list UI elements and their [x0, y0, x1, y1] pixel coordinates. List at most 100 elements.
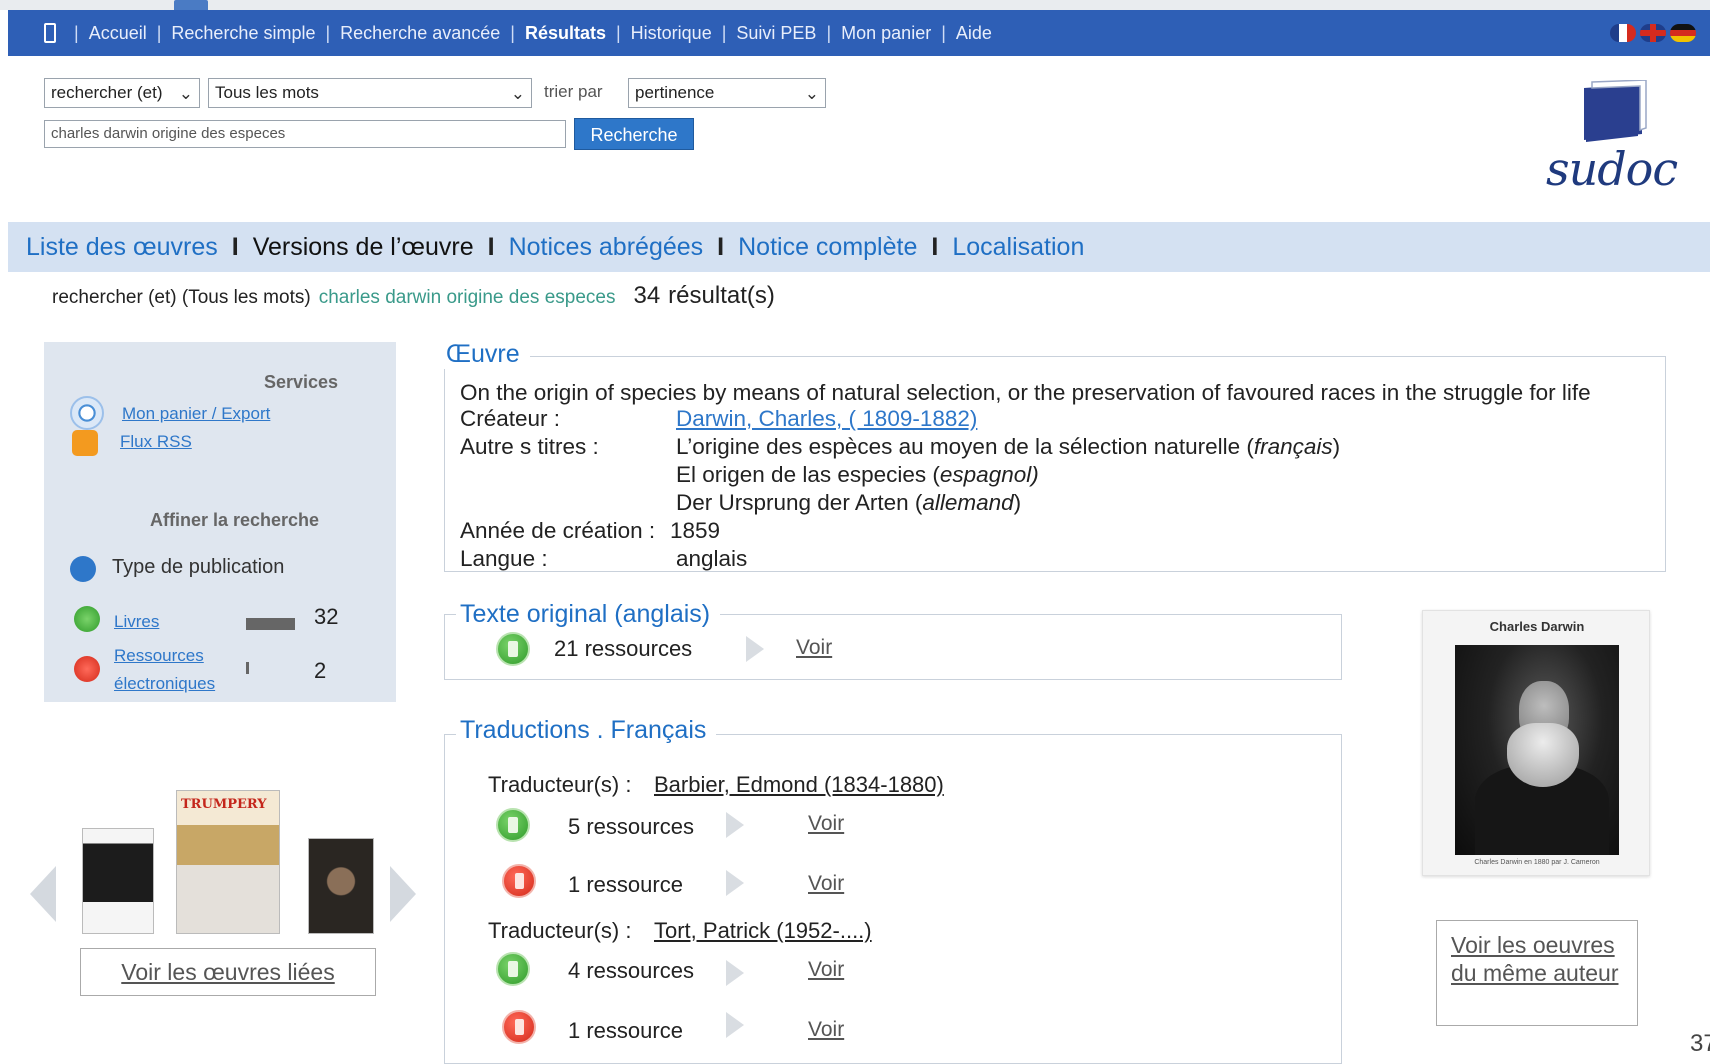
summary-prefix: rechercher (et) (Tous les mots) — [52, 287, 311, 308]
nav-suivi-peb[interactable]: Suivi PEB — [736, 23, 816, 44]
operator-select[interactable]: rechercher (et) ⌄ — [44, 78, 200, 108]
print-resource-icon — [496, 808, 530, 842]
tab-notices-abregees[interactable]: Notices abrégées — [509, 233, 704, 262]
same-author-works-button[interactable]: Voir les oeuvres du même auteur — [1436, 920, 1638, 1026]
tab-versions-oeuvre[interactable]: Versions de l’œuvre — [253, 233, 474, 262]
book-cover-3[interactable] — [308, 838, 374, 934]
traducteur-tort-link[interactable]: Tort, Patrick (1952-....) — [654, 918, 872, 944]
electronic-resource-icon — [502, 864, 536, 898]
tab-liste-oeuvres[interactable]: Liste des œuvres — [26, 233, 218, 262]
carousel-prev-arrow-icon[interactable] — [30, 866, 56, 922]
chevron-down-icon: ⌄ — [510, 84, 525, 103]
nav-accueil[interactable]: Accueil — [89, 23, 147, 44]
book-cover-1[interactable] — [82, 828, 154, 934]
author-portrait-card[interactable]: Charles Darwin Charles Darwin en 1880 pa… — [1422, 610, 1650, 876]
chevron-down-icon: ⌄ — [804, 84, 819, 103]
facet-electroniques-link-line2[interactable]: électroniques — [114, 674, 215, 694]
linked-works-button[interactable]: Voir les œuvres liées — [80, 948, 376, 996]
annee-label: Année de création : — [460, 518, 656, 543]
sort-select-value: pertinence — [635, 83, 715, 102]
rss-link[interactable]: Flux RSS — [120, 432, 192, 452]
uk-flag-icon[interactable] — [1640, 24, 1666, 42]
nav-recherche-simple[interactable]: Recherche simple — [171, 23, 315, 44]
tab-localisation[interactable]: Localisation — [952, 233, 1084, 262]
play-arrow-icon — [726, 1012, 744, 1038]
affiner-title: Affiner la recherche — [150, 510, 320, 530]
createur-link[interactable]: Darwin, Charles, ( 1809-1882) — [676, 406, 977, 432]
sudoc-cube-icon — [1584, 79, 1647, 142]
barbier-print-resources: 5 ressources — [568, 814, 694, 839]
traducteur-barbier-link[interactable]: Barbier, Edmond (1834-1880) — [654, 772, 944, 798]
print-resource-icon — [496, 952, 530, 986]
facet-livres-link[interactable]: Livres — [114, 612, 159, 632]
autre-titre-fr: L’origine des espèces au moyen de la sél… — [676, 434, 1341, 459]
top-nav-bar: | Accueil | Recherche simple | Recherche… — [8, 10, 1710, 56]
nav-resultats[interactable]: Résultats — [525, 23, 606, 44]
result-count: 34 — [633, 282, 661, 309]
facet-electroniques-link-line1[interactable]: Ressources — [114, 646, 204, 666]
createur-label: Créateur : — [460, 406, 561, 431]
sudoc-logo[interactable]: sudoc — [1546, 79, 1686, 200]
autre-titre-de: Der Ursprung der Arten (allemand) — [676, 490, 1022, 515]
nav-mon-panier[interactable]: Mon panier — [841, 23, 931, 44]
texte-original-legend: Texte original (anglais) — [456, 600, 721, 629]
play-arrow-icon — [726, 870, 744, 896]
mobile-icon[interactable] — [44, 23, 56, 43]
rss-icon — [72, 430, 98, 456]
nav-recherche-avancee[interactable]: Recherche avancée — [340, 23, 500, 44]
de-flag-icon[interactable] — [1670, 24, 1696, 42]
nav-historique[interactable]: Historique — [631, 23, 712, 44]
operator-select-value: rechercher (et) — [51, 83, 163, 102]
author-portrait-image — [1455, 645, 1619, 855]
search-button[interactable]: Recherche — [574, 118, 694, 150]
facet-electroniques-bar — [246, 662, 249, 674]
view-tabs: Liste des œuvres I Versions de l’œuvre I… — [8, 222, 1710, 272]
autres-titres-label: Autre s titres : — [460, 434, 599, 459]
search-input[interactable]: charles darwin origine des especes — [44, 120, 566, 148]
traducteur-label: Traducteur(s) : — [488, 918, 632, 943]
book-cover-trumpery[interactable]: TRUMPERY — [176, 790, 280, 934]
langue-label: Langue : — [460, 546, 548, 571]
tort-electronic-voir-link[interactable]: Voir — [808, 1018, 844, 1042]
nav-aide[interactable]: Aide — [956, 23, 992, 44]
portrait-caption: Charles Darwin en 1880 par J. Cameron — [1474, 859, 1600, 866]
search-form: rechercher (et) ⌄ Tous les mots ⌄ trier … — [44, 76, 844, 156]
langue-value: anglais — [676, 546, 748, 571]
search-summary: rechercher (et) (Tous les mots) charles … — [52, 282, 775, 310]
texte-original-voir-link[interactable]: Voir — [796, 636, 832, 660]
play-arrow-icon — [726, 812, 744, 838]
sort-select[interactable]: pertinence ⌄ — [628, 78, 826, 108]
sort-label: trier par — [544, 82, 603, 101]
tort-print-voir-link[interactable]: Voir — [808, 958, 844, 982]
traductions-legend: Traductions . Français — [456, 716, 717, 745]
barbier-print-voir-link[interactable]: Voir — [808, 812, 844, 836]
sudoc-logo-text: sudoc — [1546, 142, 1678, 196]
scope-select[interactable]: Tous les mots ⌄ — [208, 78, 532, 108]
tort-electronic-resources: 1 ressource — [568, 1018, 683, 1043]
play-arrow-icon — [746, 636, 764, 662]
basket-icon — [70, 396, 104, 430]
services-title: Services — [264, 372, 339, 392]
annee-value: 1859 — [670, 518, 721, 543]
tab-notice-complete[interactable]: Notice complète — [738, 233, 917, 262]
page-number: 37 — [1690, 1030, 1710, 1057]
electronic-resource-icon — [74, 656, 100, 682]
portrait-title: Charles Darwin — [1489, 619, 1585, 634]
publication-type-heading: Type de publication — [112, 556, 285, 578]
summary-query: charles darwin origine des especes — [318, 287, 616, 308]
facet-livres-count: 32 — [314, 604, 339, 629]
facet-livres-bar — [246, 618, 295, 630]
tort-print-resources: 4 ressources — [568, 958, 694, 983]
play-arrow-icon — [726, 960, 744, 986]
fr-flag-icon[interactable] — [1610, 24, 1636, 42]
texte-original-resources: 21 ressources — [554, 636, 693, 661]
carousel-next-arrow-icon[interactable] — [390, 866, 416, 922]
book-icon — [74, 606, 100, 632]
barbier-electronic-voir-link[interactable]: Voir — [808, 872, 844, 896]
language-flags — [1610, 24, 1696, 42]
window-top-strip — [0, 0, 1710, 10]
electronic-resource-icon — [502, 1010, 536, 1044]
browser-tab-marker — [174, 0, 208, 10]
barbier-electronic-resources: 1 ressource — [568, 872, 683, 897]
panier-export-link[interactable]: Mon panier / Export — [122, 404, 270, 424]
